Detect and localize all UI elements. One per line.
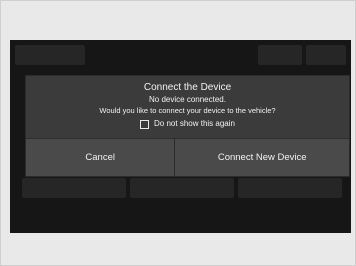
connect-new-device-button[interactable]: Connect New Device <box>175 138 349 176</box>
background-bottom-button-2 <box>130 178 234 198</box>
page-frame: Connect the Device No device connected. … <box>0 0 356 266</box>
do-not-show-again-label[interactable]: Do not show this again <box>154 119 235 129</box>
dialog-title: Connect the Device <box>143 82 232 93</box>
dialog-question: Would you like to connect your device to… <box>99 106 276 115</box>
connect-device-dialog: Connect the Device No device connected. … <box>26 76 349 176</box>
background-back-button <box>15 45 85 65</box>
cancel-button[interactable]: Cancel <box>26 138 176 176</box>
background-bottom-button-3 <box>238 178 342 198</box>
dialog-status-text: No device connected. <box>149 95 226 104</box>
background-top-button-2 <box>306 45 346 65</box>
do-not-show-again-row[interactable]: Do not show this again <box>26 118 349 130</box>
do-not-show-again-checkbox[interactable] <box>140 119 150 129</box>
dialog-button-row: Cancel Connect New Device <box>26 138 349 176</box>
background-bottom-button-1 <box>22 178 126 198</box>
background-top-button-1 <box>258 45 302 65</box>
